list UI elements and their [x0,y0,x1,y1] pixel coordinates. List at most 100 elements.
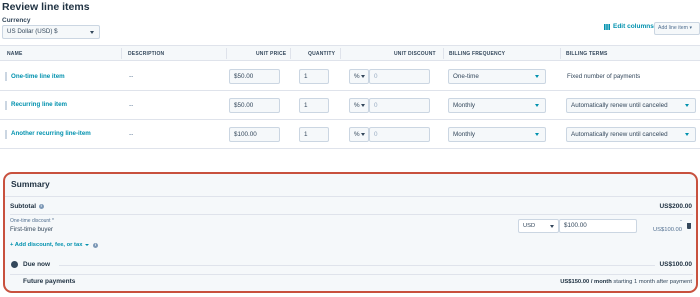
discount-type-select[interactable]: % [349,127,369,142]
discount-type-value: % [354,102,360,109]
table-header: NAME DESCRIPTION UNIT PRICE QUANTITY UNI… [0,45,700,61]
drag-handle-icon[interactable] [5,72,7,81]
billing-frequency-select[interactable]: One-time [448,69,546,84]
column-divider [443,48,444,59]
discount-value-input[interactable]: 0 [369,69,430,84]
drag-handle-icon[interactable] [5,101,7,110]
discount-label: One-time discount * [10,218,54,224]
line-item-name-link[interactable]: Another recurring line-item [11,130,91,137]
billing-terms-text: Fixed number of payments [567,73,641,80]
edit-columns-button[interactable]: Edit columns [604,23,654,30]
column-header-description[interactable]: DESCRIPTION [128,51,164,57]
currency-select[interactable]: US Dollar (USD) $ [2,25,100,39]
info-icon[interactable] [39,203,44,209]
column-divider [560,48,561,59]
future-payments-value: US$150.00 / month starting 1 month after… [560,279,692,285]
chevron-down-icon [90,31,94,34]
trash-icon[interactable] [687,223,691,229]
billing-terms-value: Automatically renew until canceled [571,131,668,138]
column-header-unit-price[interactable]: UNIT PRICE [256,51,286,57]
page-title: Review line items [2,1,90,13]
chevron-down-icon [85,244,90,246]
line-item-row: Another recurring line-item -- $100.00 1… [0,120,700,149]
add-line-item-label: Add line item [658,25,688,31]
unit-price-input[interactable]: $100.00 [229,127,280,142]
line-item-name-link[interactable]: Recurring line item [11,101,67,108]
quantity-input[interactable]: 1 [299,98,329,113]
chevron-down-icon [685,104,689,107]
line-item-description: -- [129,131,134,138]
discount-type-value: % [354,131,360,138]
chevron-down-icon [361,104,365,107]
discount-type-select[interactable]: % [349,69,369,84]
column-divider [340,48,341,59]
column-header-quantity[interactable]: QUANTITY [308,51,335,57]
line-item-row: Recurring line item -- $50.00 1 % 0 Mont… [0,91,700,120]
quantity-input[interactable]: 1 [299,127,329,142]
summary-divider [10,274,693,275]
discount-currency-select[interactable]: USD [518,219,559,233]
column-header-name[interactable]: NAME [7,51,23,57]
future-payments-note: starting 1 month after payment [613,279,692,285]
add-discount-button[interactable]: + Add discount, fee, or tax [10,242,99,248]
line-item-description: -- [129,73,134,80]
quantity-input[interactable]: 1 [299,69,329,84]
edit-columns-icon [604,23,610,30]
summary-divider [10,214,693,215]
summary-title: Summary [11,179,50,189]
future-payments-label: Future payments [23,278,76,285]
info-icon[interactable] [93,242,99,248]
chevron-down-icon [685,133,689,136]
column-header-billing-terms[interactable]: BILLING TERMS [566,51,608,57]
column-header-billing-frequency[interactable]: BILLING FREQUENCY [449,51,505,57]
due-now-label: Due now [23,261,51,268]
due-now-dot-icon [11,261,18,268]
billing-frequency-value: Monthly [453,131,476,138]
billing-frequency-select[interactable]: Monthly [448,98,546,113]
billing-frequency-value: Monthly [453,102,476,109]
chevron-down-icon [535,133,539,136]
discount-name: First-time buyer [10,226,53,233]
unit-price-input[interactable]: $50.00 [229,69,280,84]
due-now-value: US$100.00 [659,261,692,268]
chevron-down-icon [550,224,554,228]
subtotal-label-text: Subtotal [10,203,36,210]
summary-divider [5,196,696,197]
billing-terms-select[interactable]: Automatically renew until canceled [566,98,696,113]
column-divider [290,48,291,59]
discount-type-select[interactable]: % [349,98,369,113]
summary-panel: Summary Subtotal US$200.00 One-time disc… [3,172,698,293]
column-divider [121,48,122,59]
chevron-down-icon [361,133,365,136]
unit-price-input[interactable]: $50.00 [229,98,280,113]
discount-value-input[interactable]: 0 [369,98,430,113]
line-item-row: One-time line item -- $50.00 1 % 0 One-t… [0,62,700,91]
drag-handle-icon[interactable] [5,130,7,139]
discount-value-input[interactable]: 0 [369,127,430,142]
billing-terms-select[interactable]: Automatically renew until canceled [566,127,696,142]
line-item-description: -- [129,102,134,109]
discount-value: US$100.00 [652,227,682,233]
subtotal-label: Subtotal [10,203,44,210]
line-item-name-link[interactable]: One-time line item [11,73,65,80]
chevron-down-icon [535,104,539,107]
chevron-down-icon [535,75,539,78]
discount-type-value: % [354,73,360,80]
subtotal-value: US$200.00 [659,203,692,210]
column-divider [226,48,227,59]
column-header-unit-discount[interactable]: UNIT DISCOUNT [394,51,436,57]
billing-frequency-value: One-time [453,73,479,80]
discount-dash: - [680,218,682,224]
currency-label: Currency [2,17,31,24]
add-line-item-button[interactable]: Add line item ▾ [654,22,700,35]
future-payments-amount: US$150.00 / month [560,279,612,285]
discount-amount-input[interactable]: $100.00 [559,219,637,233]
add-discount-label: + Add discount, fee, or tax [10,242,83,248]
summary-divider [59,265,655,266]
edit-columns-label: Edit columns [613,23,654,30]
discount-currency-value: USD [523,223,536,229]
currency-select-value: US Dollar (USD) $ [7,28,58,35]
billing-terms-value: Automatically renew until canceled [571,102,668,109]
billing-frequency-select[interactable]: Monthly [448,127,546,142]
chevron-down-icon [361,75,365,78]
